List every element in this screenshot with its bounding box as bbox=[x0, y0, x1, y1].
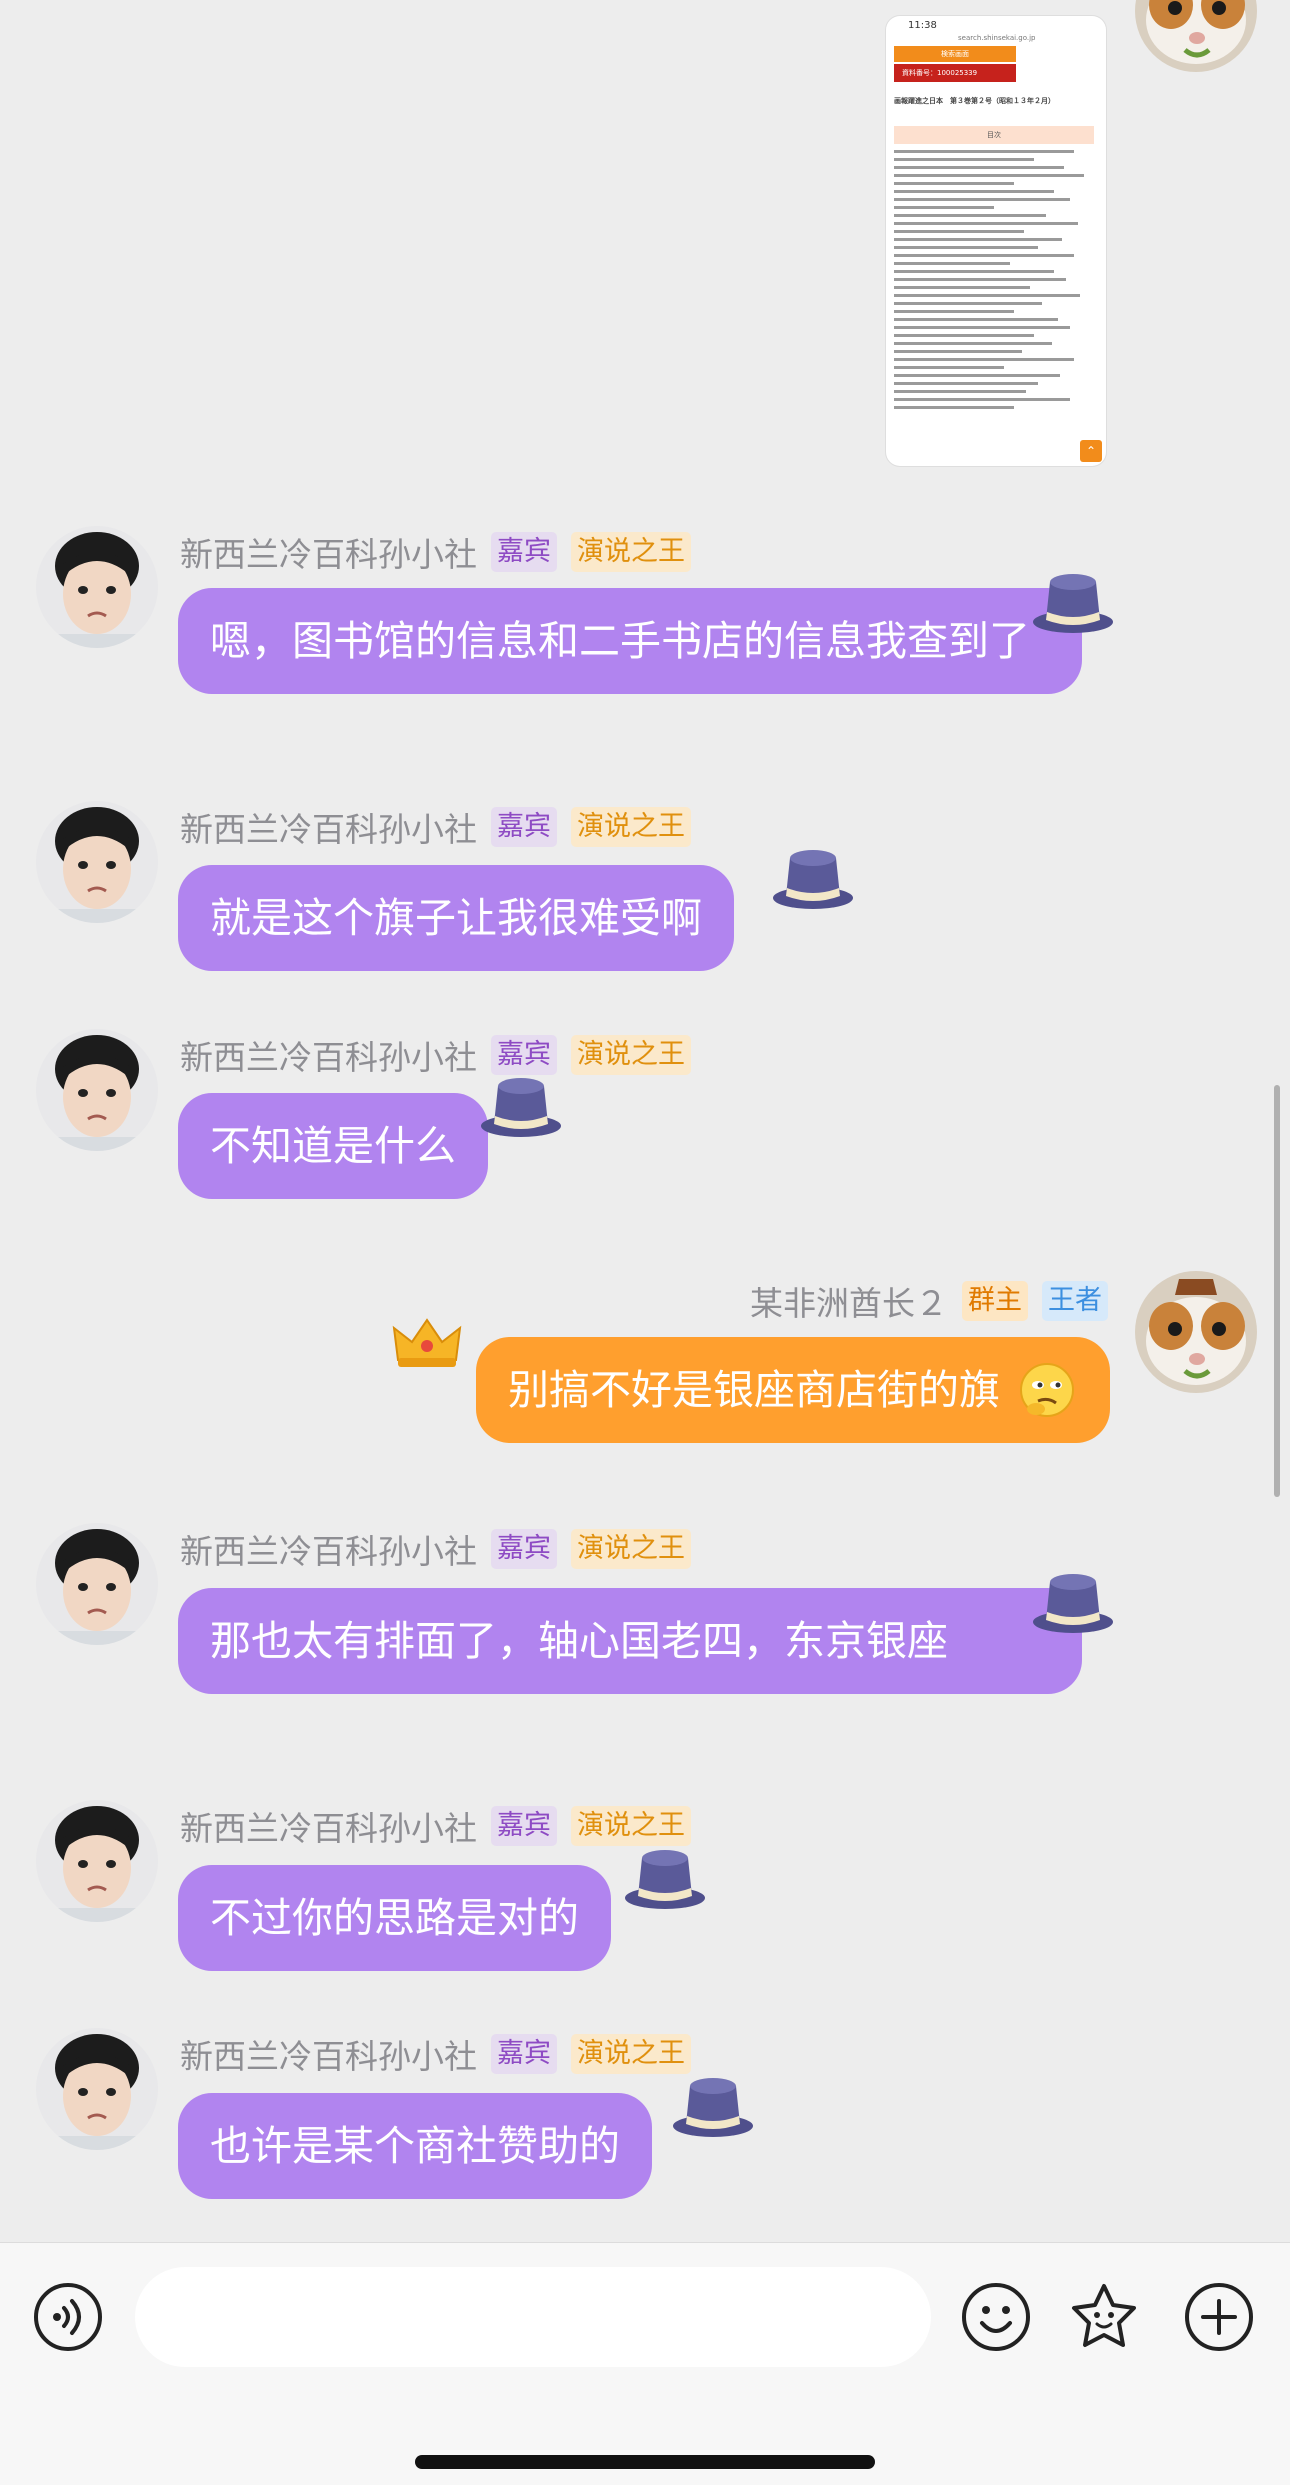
message-bubble[interactable]: 也许是某个商社赞助的 bbox=[178, 2093, 652, 2199]
sender-nameline: 新西兰冷百科孙小社 嘉宾 演说之王 bbox=[180, 1526, 691, 1572]
badge-guest: 嘉宾 bbox=[491, 2034, 557, 2074]
top-hat-icon bbox=[622, 1846, 708, 1912]
badge-guest: 嘉宾 bbox=[491, 532, 557, 572]
thinking-emoji-icon bbox=[1018, 1361, 1076, 1419]
badge-speech-king: 演说之王 bbox=[571, 1806, 691, 1846]
smiley-icon bbox=[962, 2283, 1030, 2351]
sender-nickname[interactable]: 新西兰冷百科孙小社 bbox=[180, 1802, 477, 1850]
image-message[interactable]: 11:38 search.shinsekai.go.jp 検索画面 資料番号：1… bbox=[886, 16, 1106, 466]
sender-nickname[interactable]: 新西兰冷百科孙小社 bbox=[180, 2030, 477, 2078]
avatar-sender[interactable] bbox=[36, 1029, 158, 1151]
sender-nickname[interactable]: 新西兰冷百科孙小社 bbox=[180, 1525, 477, 1573]
self-nameline: 某非洲酋长２ 群主 王者 bbox=[750, 1278, 1108, 1324]
sticker-button[interactable] bbox=[1068, 2281, 1140, 2353]
avatar-sender[interactable] bbox=[36, 1800, 158, 1922]
top-hat-icon bbox=[478, 1074, 564, 1140]
image-doc-band: 目次 bbox=[894, 126, 1094, 144]
image-doc-record: 資料番号：100025339 bbox=[894, 64, 1016, 82]
top-hat-icon bbox=[670, 2074, 756, 2140]
top-hat-icon bbox=[770, 846, 856, 912]
message-text: 不知道是什么 bbox=[210, 1122, 456, 1170]
badge-speech-king: 演说之王 bbox=[571, 532, 691, 572]
avatar-sender[interactable] bbox=[36, 801, 158, 923]
message-bubble[interactable]: 不知道是什么 bbox=[178, 1093, 488, 1199]
message-text: 也许是某个商社赞助的 bbox=[210, 2122, 620, 2170]
message-bubble-self[interactable]: 别搞不好是银座商店街的旗 bbox=[476, 1337, 1110, 1443]
top-hat-icon bbox=[1030, 1570, 1116, 1636]
voice-icon bbox=[34, 2283, 102, 2351]
message-bubble[interactable]: 就是这个旗子让我很难受啊 bbox=[178, 865, 734, 971]
image-scroll-top-icon: ⌃ bbox=[1080, 440, 1102, 462]
image-doc-lines bbox=[894, 150, 1094, 414]
badge-speech-king: 演说之王 bbox=[571, 807, 691, 847]
top-hat-icon bbox=[1030, 570, 1116, 636]
sender-nameline: 新西兰冷百科孙小社 嘉宾 演说之王 bbox=[180, 529, 691, 575]
message-text: 不过你的思路是对的 bbox=[210, 1894, 579, 1942]
home-indicator[interactable] bbox=[415, 2455, 875, 2469]
crown-icon bbox=[392, 1316, 462, 1372]
avatar-guinea-pig[interactable] bbox=[1135, 1271, 1257, 1393]
sticker-icon bbox=[1072, 2284, 1136, 2347]
plus-icon bbox=[1185, 2283, 1253, 2351]
message-bubble[interactable]: 那也太有排面了，轴心国老四，东京银座 bbox=[178, 1588, 1082, 1694]
image-doc-url: search.shinsekai.go.jp bbox=[958, 34, 1036, 42]
avatar-sender[interactable] bbox=[36, 1523, 158, 1645]
image-doc-button: 検索画面 bbox=[894, 46, 1016, 62]
badge-guest: 嘉宾 bbox=[491, 1035, 557, 1075]
message-text: 别搞不好是银座商店街的旗 bbox=[508, 1366, 1000, 1414]
message-text: 嗯，图书馆的信息和二手书店的信息我查到了 bbox=[210, 617, 1030, 665]
badge-speech-king: 演说之王 bbox=[571, 2034, 691, 2074]
self-nickname[interactable]: 某非洲酋长２ bbox=[750, 1277, 948, 1325]
sender-nameline: 新西兰冷百科孙小社 嘉宾 演说之王 bbox=[180, 804, 691, 850]
badge-guest: 嘉宾 bbox=[491, 1529, 557, 1569]
input-bar bbox=[0, 2242, 1290, 2485]
voice-button[interactable] bbox=[32, 2281, 104, 2353]
sender-nameline: 新西兰冷百科孙小社 嘉宾 演说之王 bbox=[180, 1803, 691, 1849]
message-bubble[interactable]: 嗯，图书馆的信息和二手书店的信息我查到了 bbox=[178, 588, 1082, 694]
scrollbar[interactable] bbox=[1274, 1085, 1280, 1497]
avatar-sender[interactable] bbox=[36, 2028, 158, 2150]
avatar-sender[interactable] bbox=[36, 526, 158, 648]
chat-screen: 11:38 search.shinsekai.go.jp 検索画面 資料番号：1… bbox=[0, 0, 1290, 2485]
sender-nickname[interactable]: 新西兰冷百科孙小社 bbox=[180, 1031, 477, 1079]
sender-nickname[interactable]: 新西兰冷百科孙小社 bbox=[180, 803, 477, 851]
message-text: 那也太有排面了，轴心国老四，东京银座 bbox=[210, 1617, 948, 1665]
message-text: 就是这个旗子让我很难受啊 bbox=[210, 894, 702, 942]
avatar-guinea-pig-top[interactable] bbox=[1135, 0, 1257, 72]
sender-nameline: 新西兰冷百科孙小社 嘉宾 演说之王 bbox=[180, 2031, 691, 2077]
image-doc-title: 画報躍進之日本 第３巻第２号（昭和１３年２月） bbox=[894, 97, 1055, 105]
message-bubble[interactable]: 不过你的思路是对的 bbox=[178, 1865, 611, 1971]
badge-speech-king: 演说之王 bbox=[571, 1529, 691, 1569]
image-doc-time: 11:38 bbox=[908, 20, 937, 31]
badge-guest: 嘉宾 bbox=[491, 1806, 557, 1846]
badge-guest: 嘉宾 bbox=[491, 807, 557, 847]
badge-king: 王者 bbox=[1042, 1281, 1108, 1321]
message-input[interactable] bbox=[135, 2267, 931, 2367]
plus-button[interactable] bbox=[1183, 2281, 1255, 2353]
emoji-button[interactable] bbox=[960, 2281, 1032, 2353]
badge-group-owner: 群主 bbox=[962, 1281, 1028, 1321]
badge-speech-king: 演说之王 bbox=[571, 1035, 691, 1075]
sender-nickname[interactable]: 新西兰冷百科孙小社 bbox=[180, 528, 477, 576]
sender-nameline: 新西兰冷百科孙小社 嘉宾 演说之王 bbox=[180, 1032, 691, 1078]
